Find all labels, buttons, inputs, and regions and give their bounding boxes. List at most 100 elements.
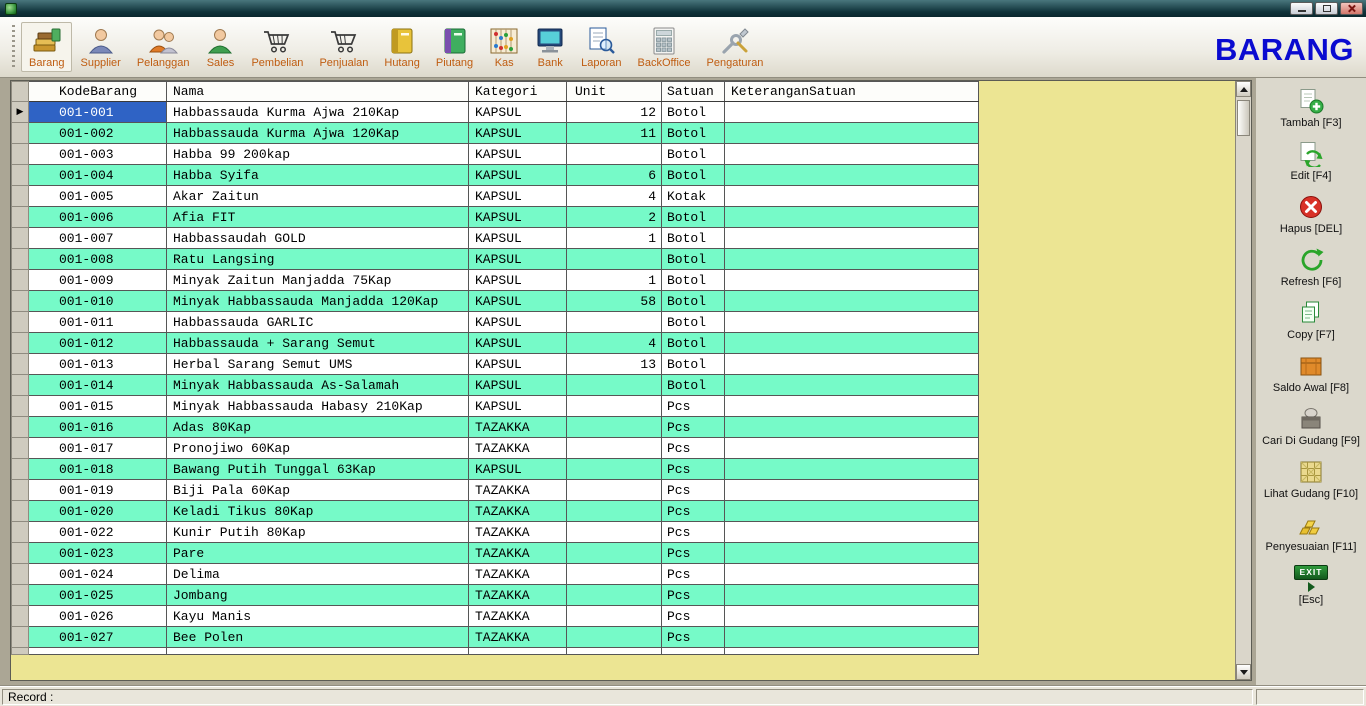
cell-satuan[interactable]: Pcs bbox=[661, 626, 725, 648]
cell-satuan[interactable]: Botol bbox=[661, 374, 725, 396]
saldo-awal-button[interactable]: Saldo Awal [F8] bbox=[1259, 352, 1363, 394]
cell-unit[interactable]: 58 bbox=[566, 290, 662, 312]
tambah-button[interactable]: Tambah [F3] bbox=[1259, 87, 1363, 129]
scroll-up-button[interactable] bbox=[1236, 81, 1251, 97]
cell-kodebarang[interactable]: 001-018 bbox=[28, 458, 167, 480]
row-selector[interactable] bbox=[11, 563, 29, 585]
cell-unit[interactable] bbox=[566, 416, 662, 438]
cell-kategori[interactable]: KAPSUL bbox=[468, 269, 567, 291]
cell-nama[interactable]: Habba 99 200kap bbox=[166, 143, 469, 165]
cell-nama[interactable]: Minyak Habbassauda Manjadda 120Kap bbox=[166, 290, 469, 312]
exit-button[interactable]: EXIT [Esc] bbox=[1259, 564, 1363, 606]
cell-nama[interactable]: Biji Pala 60Kap bbox=[166, 479, 469, 501]
cell-unit[interactable] bbox=[566, 374, 662, 396]
cell-satuan[interactable]: Botol bbox=[661, 143, 725, 165]
table-row[interactable]: 001-007 Habbassaudah GOLD KAPSUL 1 Botol bbox=[11, 227, 979, 249]
cell-keterangansatuan[interactable] bbox=[724, 332, 979, 354]
cell-kodebarang[interactable]: 001-009 bbox=[28, 269, 167, 291]
cell-satuan[interactable]: Pcs bbox=[661, 605, 725, 627]
cell-unit[interactable] bbox=[566, 143, 662, 165]
cell-kategori[interactable]: KAPSUL bbox=[468, 374, 567, 396]
cell-satuan[interactable]: Botol bbox=[661, 101, 725, 123]
table-row[interactable]: 001-005 Akar Zaitun KAPSUL 4 Kotak bbox=[11, 185, 979, 207]
cell-kodebarang[interactable]: 001-027 bbox=[28, 626, 167, 648]
cell-unit[interactable] bbox=[566, 605, 662, 627]
cell-kodebarang[interactable]: 001-002 bbox=[28, 122, 167, 144]
row-selector[interactable] bbox=[11, 227, 29, 249]
row-selector[interactable] bbox=[11, 626, 29, 648]
cell-satuan[interactable]: Pcs bbox=[661, 521, 725, 543]
table-row[interactable]: 001-015 Minyak Habbassauda Habasy 210Kap… bbox=[11, 395, 979, 417]
cell-kategori[interactable]: TAZAKKA bbox=[468, 500, 567, 522]
cell-kategori[interactable]: KAPSUL bbox=[468, 248, 567, 270]
row-selector[interactable] bbox=[11, 206, 29, 228]
row-selector[interactable] bbox=[11, 479, 29, 501]
table-row[interactable]: 001-016 Adas 80Kap TAZAKKA Pcs bbox=[11, 416, 979, 438]
edit-button[interactable]: Edit [F4] bbox=[1259, 140, 1363, 182]
cell-keterangansatuan[interactable] bbox=[724, 374, 979, 396]
row-selector[interactable] bbox=[11, 332, 29, 354]
cell-kategori[interactable]: KAPSUL bbox=[468, 185, 567, 207]
cari-di-gudang-button[interactable]: Cari Di Gudang [F9] bbox=[1259, 405, 1363, 447]
toolbar-button-pembelian[interactable]: Pembelian bbox=[243, 22, 311, 72]
cell-keterangansatuan[interactable] bbox=[724, 311, 979, 333]
cell-keterangansatuan[interactable] bbox=[724, 395, 979, 417]
table-row[interactable]: 001-024 Delima TAZAKKA Pcs bbox=[11, 563, 979, 585]
cell-satuan[interactable]: Botol bbox=[661, 290, 725, 312]
cell-kategori[interactable]: KAPSUL bbox=[468, 353, 567, 375]
cell-unit[interactable] bbox=[566, 395, 662, 417]
cell-satuan[interactable]: Pcs bbox=[661, 542, 725, 564]
cell-keterangansatuan[interactable] bbox=[724, 500, 979, 522]
table-row[interactable]: 001-017 Pronojiwo 60Kap TAZAKKA Pcs bbox=[11, 437, 979, 459]
vertical-scrollbar[interactable] bbox=[1235, 81, 1251, 680]
cell-keterangansatuan[interactable] bbox=[724, 227, 979, 249]
cell-nama[interactable]: Adas 80Kap bbox=[166, 416, 469, 438]
table-row[interactable]: 001-026 Kayu Manis TAZAKKA Pcs bbox=[11, 605, 979, 627]
cell-kategori[interactable]: KAPSUL bbox=[468, 143, 567, 165]
cell-kodebarang[interactable]: 001-011 bbox=[28, 311, 167, 333]
cell-kategori[interactable]: KAPSUL bbox=[468, 332, 567, 354]
cell-kodebarang[interactable]: 001-013 bbox=[28, 353, 167, 375]
cell-satuan[interactable]: Botol bbox=[661, 248, 725, 270]
cell-keterangansatuan[interactable] bbox=[724, 185, 979, 207]
column-header-unit[interactable]: Unit bbox=[566, 81, 662, 102]
cell-satuan[interactable]: Botol bbox=[661, 122, 725, 144]
cell-kategori[interactable]: TAZAKKA bbox=[468, 563, 567, 585]
cell-kategori[interactable]: TAZAKKA bbox=[468, 479, 567, 501]
cell-keterangansatuan[interactable] bbox=[724, 206, 979, 228]
cell-keterangansatuan[interactable] bbox=[724, 437, 979, 459]
cell-unit[interactable] bbox=[566, 500, 662, 522]
cell-nama[interactable]: Habbassauda GARLIC bbox=[166, 311, 469, 333]
column-header-satuan[interactable]: Satuan bbox=[661, 81, 725, 102]
row-selector[interactable] bbox=[11, 416, 29, 438]
cell-satuan[interactable]: Botol bbox=[661, 164, 725, 186]
table-row[interactable]: 001-022 Kunir Putih 80Kap TAZAKKA Pcs bbox=[11, 521, 979, 543]
row-selector[interactable] bbox=[11, 395, 29, 417]
cell-satuan[interactable]: Botol bbox=[661, 206, 725, 228]
cell-satuan[interactable]: Pcs bbox=[661, 437, 725, 459]
cell-unit[interactable] bbox=[566, 479, 662, 501]
row-selector[interactable] bbox=[11, 521, 29, 543]
toolbar-button-pelanggan[interactable]: Pelanggan bbox=[129, 22, 198, 72]
table-row[interactable]: 001-006 Afia FIT KAPSUL 2 Botol bbox=[11, 206, 979, 228]
cell-satuan[interactable]: Kotak bbox=[661, 185, 725, 207]
column-header-kodebarang[interactable]: KodeBarang bbox=[28, 81, 167, 102]
row-selector[interactable]: ▶ bbox=[11, 101, 29, 123]
cell-kategori[interactable]: TAZAKKA bbox=[468, 521, 567, 543]
cell-nama[interactable]: Habba Syifa bbox=[166, 164, 469, 186]
cell-kodebarang[interactable]: 001-007 bbox=[28, 227, 167, 249]
table-row[interactable]: 001-011 Habbassauda GARLIC KAPSUL Botol bbox=[11, 311, 979, 333]
cell-satuan[interactable]: Botol bbox=[661, 332, 725, 354]
toolbar-button-bank[interactable]: Bank bbox=[527, 22, 573, 72]
row-selector[interactable] bbox=[11, 584, 29, 606]
close-button[interactable] bbox=[1340, 2, 1363, 15]
table-row[interactable]: 001-002 Habbassauda Kurma Ajwa 120Kap KA… bbox=[11, 122, 979, 144]
table-row[interactable]: ▶ 001-001 Habbassauda Kurma Ajwa 210Kap … bbox=[11, 101, 979, 123]
cell-nama[interactable]: Minyak Habbassauda As-Salamah bbox=[166, 374, 469, 396]
cell-kategori[interactable]: KAPSUL bbox=[468, 101, 567, 123]
cell-satuan[interactable]: Pcs bbox=[661, 563, 725, 585]
cell-keterangansatuan[interactable] bbox=[724, 269, 979, 291]
cell-unit[interactable]: 6 bbox=[566, 164, 662, 186]
cell-nama[interactable]: Habbassauda + Sarang Semut bbox=[166, 332, 469, 354]
cell-nama[interactable]: Habbassaudah GOLD bbox=[166, 227, 469, 249]
